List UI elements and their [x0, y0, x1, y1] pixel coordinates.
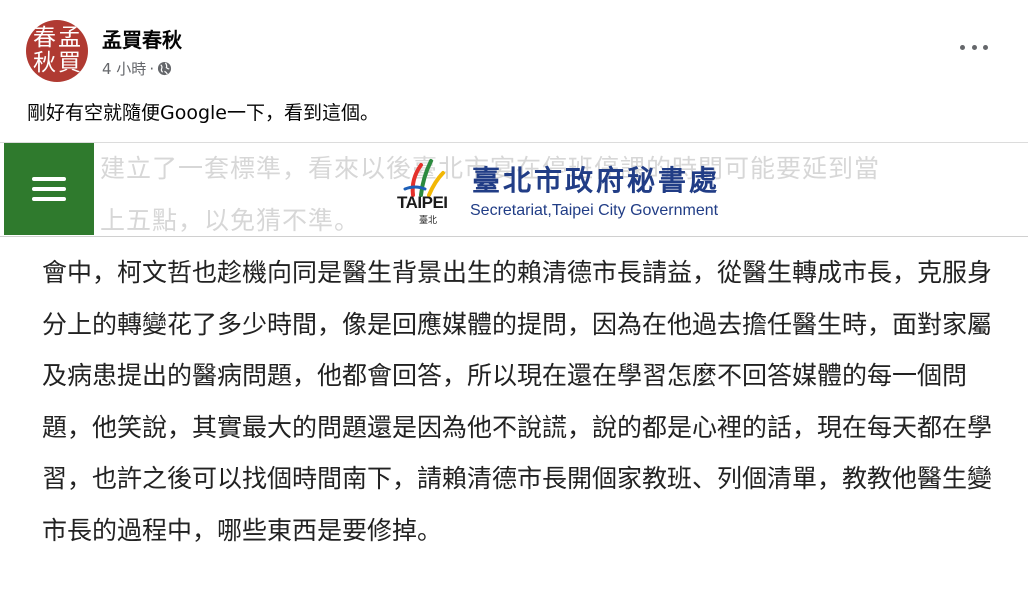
- shared-screenshot: 建立了一套標準，看來以後臺北市宴在停班停課的時間可能要延到當 上五點，以免猜不準…: [0, 142, 1028, 611]
- background-text-line: 上五點，以免猜不準。: [100, 206, 361, 235]
- hamburger-menu-icon[interactable]: [4, 143, 94, 235]
- office-name-english: Secretariat,Taipei City Government: [470, 202, 719, 219]
- post-header: 春 孟 秋 買 孟買春秋 4 小時 · 剛好有空就隨便Google一下，看到這個…: [0, 0, 1028, 124]
- avatar-char: 買: [58, 50, 81, 76]
- avatar-char: 孟: [58, 25, 81, 51]
- logo-wordmark: TAIPEI: [397, 193, 448, 212]
- post-meta: 4 小時 ·: [102, 58, 172, 79]
- office-name-chinese: 臺北市政府秘書處: [472, 164, 721, 197]
- avatar[interactable]: 春 孟 秋 買: [26, 20, 88, 82]
- more-options-icon[interactable]: [960, 37, 988, 57]
- author-name[interactable]: 孟買春秋: [102, 24, 182, 53]
- post-caption: 剛好有空就隨便Google一下，看到這個。: [27, 102, 380, 124]
- header-divider: [0, 236, 1028, 237]
- logo-subtext: 臺北: [419, 216, 438, 226]
- globe-icon[interactable]: [157, 61, 172, 76]
- meta-separator: ·: [149, 59, 155, 78]
- avatar-char: 秋: [33, 50, 56, 76]
- post-timestamp[interactable]: 4 小時: [102, 58, 146, 79]
- article-body: 會中，柯文哲也趁機向同是醫生背景出生的賴清德市長請益，從醫生轉成市長，克服身分上…: [42, 258, 993, 545]
- site-logo[interactable]: TAIPEI 臺北 臺北市政府秘書處 Secretariat,Taipei Ci…: [390, 147, 740, 231]
- avatar-char: 春: [33, 25, 56, 51]
